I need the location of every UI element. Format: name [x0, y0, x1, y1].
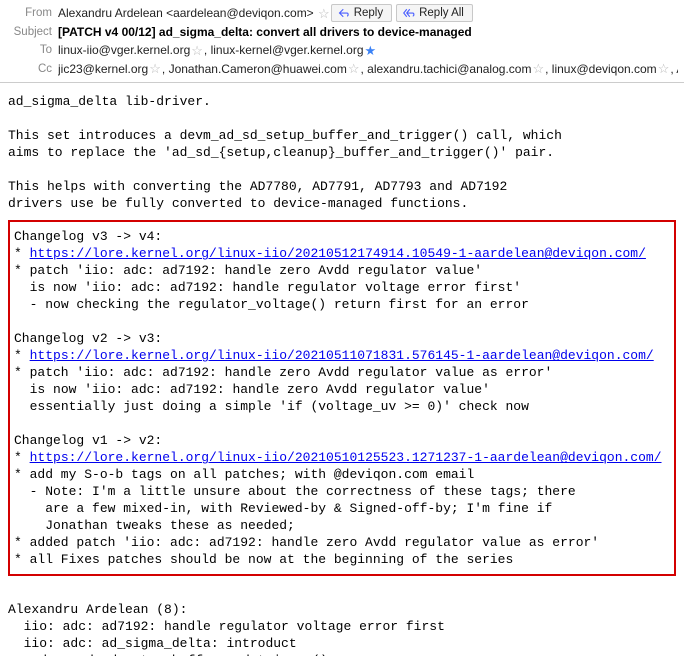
lore-link-v3[interactable]: https://lore.kernel.org/linux-iio/202105… — [30, 348, 654, 363]
star-icon[interactable]: ☆ — [191, 42, 203, 60]
cc-value: jic23@kernel.org☆, Jonathan.Cameron@huaw… — [58, 60, 678, 79]
lore-link-v2[interactable]: https://lore.kernel.org/linux-iio/202105… — [30, 450, 662, 465]
subject-label: Subject — [6, 23, 58, 41]
to-value: linux-iio@vger.kernel.org☆, linux-kernel… — [58, 41, 377, 60]
message-headers: From Alexandru Ardelean <aardelean@deviq… — [0, 0, 684, 83]
reply-icon — [338, 7, 350, 19]
star-icon[interactable]: ☆ — [318, 5, 330, 23]
star-icon[interactable]: ☆ — [658, 60, 670, 78]
changelog-v3-tail: * patch 'iio: adc: ad7192: handle zero A… — [14, 365, 552, 414]
star-icon[interactable]: ☆ — [348, 60, 360, 78]
to-label: To — [6, 41, 58, 59]
subject-value: [PATCH v4 00/12] ad_sigma_delta: convert… — [58, 23, 472, 41]
star-icon[interactable]: ☆ — [149, 60, 161, 78]
body-intro-text: ad_sigma_delta lib-driver. This set intr… — [8, 94, 562, 211]
from-value: Alexandru Ardelean <aardelean@deviqon.co… — [58, 4, 331, 23]
star-icon[interactable]: ★ — [365, 42, 377, 60]
reply-all-button[interactable]: Reply All — [396, 4, 473, 22]
reply-button[interactable]: Reply — [331, 4, 392, 22]
body-patch-list: Alexandru Ardelean (8): iio: adc: ad7192… — [8, 602, 445, 656]
changelog-v2-tail: * add my S-o-b tags on all patches; with… — [14, 467, 599, 567]
message-body: ad_sigma_delta lib-driver. This set intr… — [0, 83, 684, 656]
changelog-box: Changelog v3 -> v4: * https://lore.kerne… — [8, 220, 676, 576]
from-label: From — [6, 4, 58, 22]
toolbar: Reply Reply All — [331, 4, 473, 22]
star-icon[interactable]: ☆ — [532, 60, 544, 78]
cc-label: Cc — [6, 60, 58, 78]
changelog-v4-tail: * patch 'iio: adc: ad7192: handle zero A… — [14, 263, 529, 312]
reply-all-icon — [403, 7, 415, 19]
lore-link-v4[interactable]: https://lore.kernel.org/linux-iio/202105… — [30, 246, 646, 261]
